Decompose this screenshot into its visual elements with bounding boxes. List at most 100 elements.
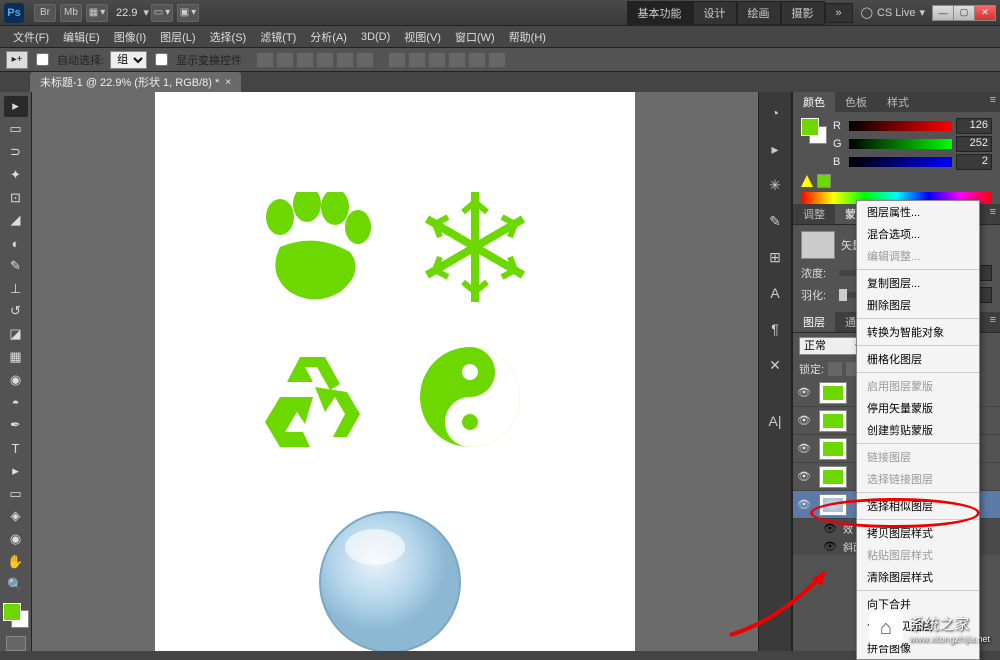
panel-menu-icon[interactable]: ≡	[986, 312, 1000, 332]
brush-preset-icon[interactable]: ✳	[764, 174, 786, 196]
quickmask-icon[interactable]	[6, 636, 26, 651]
tab-adjustments[interactable]: 调整	[793, 204, 835, 224]
maximize-button[interactable]: ▢	[953, 5, 975, 21]
ctx-item[interactable]: 清除图层样式	[857, 566, 979, 588]
dodge-tool-icon[interactable]: ◓	[4, 392, 28, 413]
viewmode-dropdown[interactable]: ▦	[86, 4, 108, 22]
panel-menu-icon[interactable]: ≡	[986, 92, 1000, 112]
close-tab-icon[interactable]: ×	[225, 77, 231, 88]
brush-panel-icon[interactable]: ✎	[764, 210, 786, 232]
auto-select-checkbox[interactable]	[36, 53, 49, 66]
pen-tool-icon[interactable]: ✒	[4, 415, 28, 436]
panel-menu-icon[interactable]: ≡	[986, 204, 1000, 224]
r-value[interactable]: 126	[956, 118, 992, 134]
wand-tool-icon[interactable]: ✦	[4, 164, 28, 185]
minibridge-icon[interactable]: Mb	[60, 4, 82, 22]
g-slider[interactable]	[849, 139, 952, 149]
cslive-button[interactable]: ◯ CS Live ▾	[861, 6, 925, 19]
workspace-painting[interactable]: 绘画	[737, 1, 781, 25]
eyedropper-tool-icon[interactable]: ◢	[4, 210, 28, 231]
distribute-5-icon[interactable]	[468, 52, 486, 68]
gamut-swatch[interactable]	[817, 174, 831, 188]
ctx-item[interactable]: 混合选项...	[857, 223, 979, 245]
visibility-icon[interactable]: 👁	[793, 386, 815, 399]
current-tool-icon[interactable]: ▸+	[6, 51, 28, 69]
menu-view[interactable]: 视图(V)	[397, 29, 448, 45]
ctx-item[interactable]: 复制图层...	[857, 272, 979, 294]
brush-tool-icon[interactable]: ✎	[4, 255, 28, 276]
align-vcenter-icon[interactable]	[276, 52, 294, 68]
menu-image[interactable]: 图像(I)	[107, 29, 153, 45]
menu-help[interactable]: 帮助(H)	[502, 29, 553, 45]
fg-color-swatch[interactable]	[3, 603, 21, 621]
ctx-item[interactable]: 转换为智能对象	[857, 321, 979, 343]
canvas-area[interactable]	[32, 92, 758, 651]
marquee-tool-icon[interactable]: ▭	[4, 119, 28, 140]
color-swatches[interactable]	[3, 603, 29, 628]
menu-3d[interactable]: 3D(D)	[354, 31, 397, 43]
show-transform-checkbox[interactable]	[155, 53, 168, 66]
ctx-item[interactable]: 栅格化图层	[857, 348, 979, 370]
layer-thumbnail[interactable]	[819, 466, 847, 488]
lock-transparent-icon[interactable]	[828, 362, 842, 376]
tab-styles[interactable]: 样式	[877, 92, 919, 112]
workspace-essentials[interactable]: 基本功能	[627, 1, 693, 25]
color-panel-swatches[interactable]	[801, 118, 827, 144]
tab-swatches[interactable]: 色板	[835, 92, 877, 112]
layer-thumbnail[interactable]	[819, 410, 847, 432]
path-select-tool-icon[interactable]: ▸	[4, 461, 28, 482]
document-canvas[interactable]	[155, 92, 635, 651]
close-button[interactable]: ✕	[974, 5, 996, 21]
menu-file[interactable]: 文件(F)	[6, 29, 56, 45]
tool-presets-icon[interactable]: ✕	[764, 354, 786, 376]
3d-tool-icon[interactable]: ◈	[4, 506, 28, 527]
ctx-item[interactable]: 创建剪贴蒙版	[857, 419, 979, 441]
ctx-item[interactable]: 删除图层	[857, 294, 979, 316]
align-bottom-icon[interactable]	[296, 52, 314, 68]
tab-color[interactable]: 颜色	[793, 92, 835, 112]
menu-analysis[interactable]: 分析(A)	[303, 29, 354, 45]
hand-tool-icon[interactable]: ✋	[4, 552, 28, 573]
visibility-icon[interactable]: 👁	[793, 470, 815, 483]
align-top-icon[interactable]	[256, 52, 274, 68]
ctx-item[interactable]: 停用矢量蒙版	[857, 397, 979, 419]
ctx-item[interactable]: 图层属性...	[857, 201, 979, 223]
shape-tool-icon[interactable]: ▭	[4, 483, 28, 504]
distribute-2-icon[interactable]	[408, 52, 426, 68]
gradient-tool-icon[interactable]: ▦	[4, 347, 28, 368]
b-slider[interactable]	[849, 157, 952, 167]
3dcam-tool-icon[interactable]: ◉	[4, 529, 28, 550]
visibility-icon[interactable]: 👁	[793, 498, 815, 511]
bridge-icon[interactable]: Br	[34, 4, 56, 22]
visibility-icon[interactable]: 👁	[793, 442, 815, 455]
lasso-tool-icon[interactable]: ⊃	[4, 142, 28, 163]
character-panel-icon[interactable]: A	[764, 282, 786, 304]
minimize-button[interactable]: —	[932, 5, 954, 21]
distribute-6-icon[interactable]	[488, 52, 506, 68]
layer-thumbnail[interactable]	[819, 494, 847, 516]
distribute-4-icon[interactable]	[448, 52, 466, 68]
move-tool-icon[interactable]: ▸	[4, 96, 28, 117]
swatches-panel-icon[interactable]: A|	[764, 410, 786, 432]
screenmode-dropdown[interactable]: ▣	[177, 4, 199, 22]
ctx-item[interactable]: 选择相似图层	[857, 495, 979, 517]
ctx-item[interactable]: 拷贝图层样式	[857, 522, 979, 544]
g-value[interactable]: 252	[956, 136, 992, 152]
auto-select-dropdown[interactable]: 组	[110, 51, 147, 69]
crop-tool-icon[interactable]: ⊡	[4, 187, 28, 208]
visibility-icon[interactable]: 👁	[793, 414, 815, 427]
document-tab[interactable]: 未标题-1 @ 22.9% (形状 1, RGB/8) * ×	[30, 72, 241, 92]
gamut-warning-icon[interactable]	[801, 175, 813, 187]
tab-layers[interactable]: 图层	[793, 312, 835, 332]
history-panel-icon[interactable]: ◔	[764, 102, 786, 124]
b-value[interactable]: 2	[956, 154, 992, 170]
layer-thumbnail[interactable]	[819, 438, 847, 460]
menu-edit[interactable]: 编辑(E)	[56, 29, 107, 45]
align-hcenter-icon[interactable]	[336, 52, 354, 68]
menu-filter[interactable]: 滤镜(T)	[253, 29, 303, 45]
eye-icon[interactable]: 👁	[823, 540, 837, 553]
align-right-icon[interactable]	[356, 52, 374, 68]
clone-source-icon[interactable]: ⊞	[764, 246, 786, 268]
eye-icon[interactable]: 👁	[823, 522, 837, 535]
distribute-3-icon[interactable]	[428, 52, 446, 68]
